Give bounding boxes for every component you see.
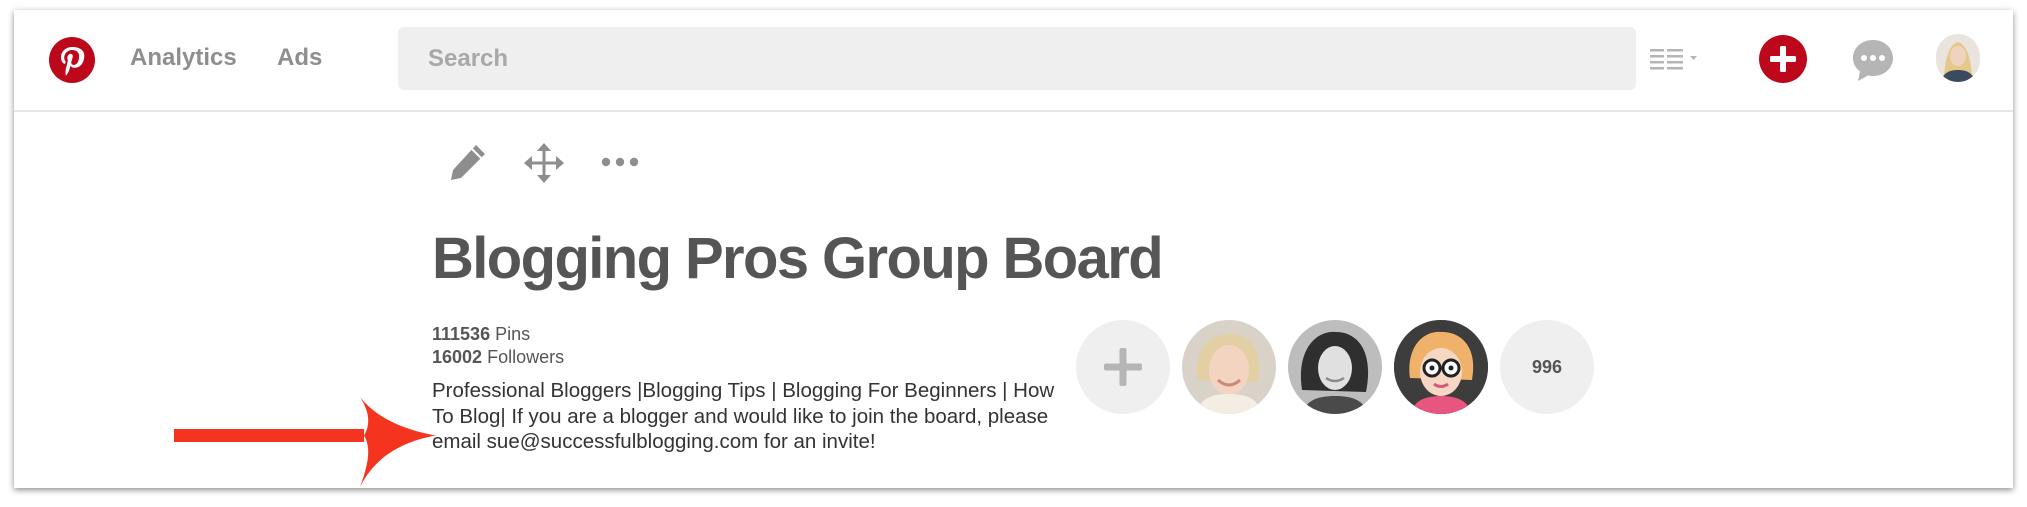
messages-icon[interactable] — [1848, 35, 1898, 85]
nav-analytics-link[interactable]: Analytics — [130, 44, 237, 72]
followers-label: Followers — [487, 347, 565, 367]
browser-frame: Analytics Ads Search Blogging Pros Group… — [14, 10, 2013, 488]
view-options-icon[interactable] — [1648, 42, 1708, 76]
board-description: Professional Bloggers |Blogging Tips | B… — [432, 379, 1055, 453]
collaborator-count: 996 — [1531, 356, 1563, 377]
search-input[interactable] — [398, 27, 1636, 90]
move-arrows-icon[interactable] — [523, 142, 565, 184]
add-pin-icon[interactable] — [1759, 35, 1807, 83]
pins-label: Pins — [495, 324, 531, 344]
followers-count: 16002 — [432, 347, 483, 367]
pinterest-logo-icon[interactable] — [49, 37, 95, 83]
profile-avatar[interactable] — [1936, 34, 1980, 82]
pins-count: 111536 — [432, 324, 491, 344]
pins-stat[interactable]: 111536 Pins — [432, 324, 530, 345]
collaborator-count-badge[interactable]: 996 — [1500, 320, 1594, 414]
add-collaborator-icon[interactable] — [1076, 320, 1170, 414]
more-dots-icon[interactable] — [599, 152, 641, 172]
collaborator-avatar[interactable] — [1182, 320, 1276, 414]
edit-pencil-icon[interactable] — [446, 142, 488, 184]
collaborator-avatar[interactable] — [1394, 320, 1488, 414]
nav-ads-link[interactable]: Ads — [277, 44, 322, 72]
collaborator-avatar[interactable] — [1288, 320, 1382, 414]
board-title: Blogging Pros Group Board — [432, 226, 1164, 291]
followers-stat[interactable]: 16002 Followers — [432, 347, 564, 368]
top-navigation-bar: Analytics Ads — [14, 10, 2013, 112]
annotation-arrow-icon — [174, 397, 436, 487]
